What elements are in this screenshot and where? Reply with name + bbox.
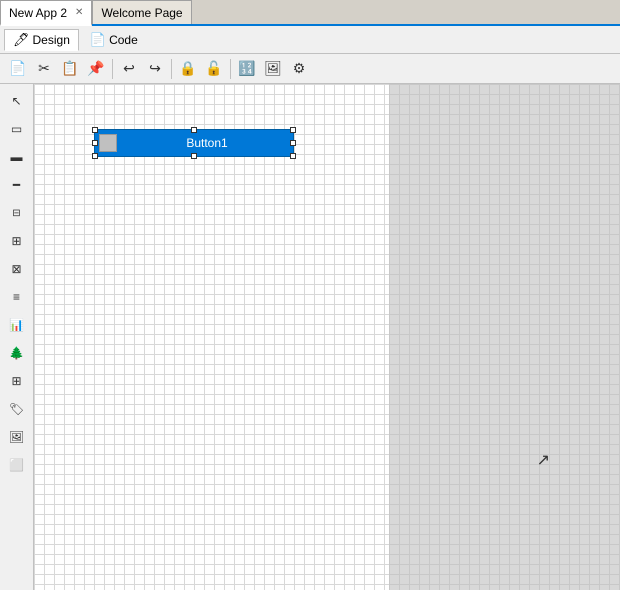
undo-button[interactable]: ↩	[117, 57, 141, 81]
design-mode-button[interactable]: 🖊 Design	[4, 29, 79, 51]
code-mode-button[interactable]: 📄 Code	[81, 29, 147, 51]
code-label: Code	[109, 33, 138, 47]
image-button[interactable]: 🖼	[261, 57, 285, 81]
tool-group[interactable]: ⊞	[4, 228, 30, 254]
handle-br[interactable]	[290, 153, 296, 159]
design-label: Design	[33, 33, 70, 47]
tool-tab[interactable]: ⊟	[4, 200, 30, 226]
handle-bl[interactable]	[92, 153, 98, 159]
tool-image[interactable]: 🖼	[4, 424, 30, 450]
counter-button[interactable]: 🔢	[235, 57, 259, 81]
tool-splitter[interactable]: ⊠	[4, 256, 30, 282]
redo-icon: ↪	[149, 60, 161, 77]
lock-button[interactable]: 🔒	[176, 57, 200, 81]
tab-welcome-page[interactable]: Welcome Page	[92, 0, 191, 24]
cut-button[interactable]: ✂	[32, 57, 56, 81]
right-panel: ↗	[389, 84, 620, 590]
handle-tm[interactable]	[191, 127, 197, 133]
handle-mr[interactable]	[290, 140, 296, 146]
tool-ruler[interactable]: ━	[4, 172, 30, 198]
undo-icon: ↩	[123, 60, 135, 77]
main-layout: ↖ ▭ ▬ ━ ⊟ ⊞ ⊠ ≡ 📊 🌲 ⊞ 🏷 🖼 ⬜ Button1	[0, 84, 620, 590]
copy-icon: 📋	[61, 60, 78, 77]
tool-chart[interactable]: 📊	[4, 312, 30, 338]
design-icon: 🖊	[13, 32, 30, 48]
left-toolbar: ↖ ▭ ▬ ━ ⊟ ⊞ ⊠ ≡ 📊 🌲 ⊞ 🏷 🖼 ⬜	[0, 84, 34, 590]
tool-form[interactable]: ▭	[4, 116, 30, 142]
image-icon: 🖼	[264, 60, 282, 77]
canvas-button1[interactable]: Button1	[94, 129, 294, 157]
tool-label[interactable]: 🏷	[4, 396, 30, 422]
lock-icon: 🔒	[179, 60, 196, 77]
tab-label: New App 2	[9, 6, 67, 20]
tool-list[interactable]: ≡	[4, 284, 30, 310]
canvas-area: Button1 ↗	[34, 84, 620, 590]
settings-icon: ⚙	[293, 60, 306, 77]
separator-2	[171, 59, 172, 79]
tab-label: Welcome Page	[101, 6, 182, 20]
paste-icon: 📌	[87, 60, 104, 77]
close-icon[interactable]: ✕	[75, 7, 83, 18]
mode-bar: 🖊 Design 📄 Code	[0, 26, 620, 54]
separator-1	[112, 59, 113, 79]
handle-ml[interactable]	[92, 140, 98, 146]
copy-button[interactable]: 📋	[58, 57, 82, 81]
redo-button[interactable]: ↪	[143, 57, 167, 81]
unlock-button[interactable]: 🔓	[202, 57, 226, 81]
separator-3	[230, 59, 231, 79]
handle-tl[interactable]	[92, 127, 98, 133]
counter-icon: 🔢	[238, 60, 255, 77]
tool-pointer[interactable]: ↖	[4, 88, 30, 114]
tool-panel[interactable]: ▬	[4, 144, 30, 170]
new-icon: 📄	[9, 60, 26, 77]
tab-new-app-2[interactable]: New App 2 ✕	[0, 0, 92, 26]
tab-bar: New App 2 ✕ Welcome Page	[0, 0, 620, 26]
handle-bm[interactable]	[191, 153, 197, 159]
action-bar: 📄 ✂ 📋 📌 ↩ ↪ 🔒 🔓 🔢 🖼 ⚙	[0, 54, 620, 84]
cursor-indicator: ↗	[537, 450, 550, 470]
paste-button[interactable]: 📌	[84, 57, 108, 81]
design-canvas[interactable]: Button1	[34, 84, 389, 590]
tool-grid[interactable]: ⊞	[4, 368, 30, 394]
new-button[interactable]: 📄	[6, 57, 30, 81]
button-label: Button1	[121, 136, 293, 150]
settings-button[interactable]: ⚙	[287, 57, 311, 81]
tool-tree[interactable]: 🌲	[4, 340, 30, 366]
handle-tr[interactable]	[290, 127, 296, 133]
unlock-icon: 🔓	[205, 60, 222, 77]
cut-icon: ✂	[38, 60, 50, 77]
tool-frame[interactable]: ⬜	[4, 452, 30, 478]
code-icon: 📄	[90, 32, 106, 48]
button-icon	[99, 134, 117, 152]
